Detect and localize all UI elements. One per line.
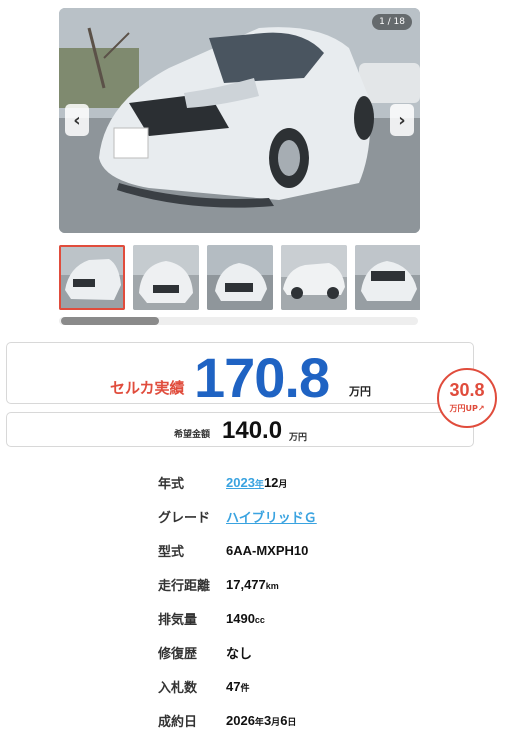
thumbnail-image bbox=[207, 245, 273, 310]
spec-row: グレード ハイブリッドＧ bbox=[158, 504, 458, 528]
spec-key: 走行距離 bbox=[158, 578, 211, 594]
price-up-badge: 30.8 万円UP↗ bbox=[437, 368, 497, 428]
price-up-value: 30.8 bbox=[449, 380, 485, 400]
spec-value: 6AA-MXPH10 bbox=[226, 542, 309, 558]
spec-row: 年式 2023年12月 bbox=[158, 470, 458, 494]
spec-key: 成約日 bbox=[158, 714, 198, 730]
thumbnail-image bbox=[59, 245, 125, 310]
spec-row: 成約日 2026年3月6日 bbox=[158, 708, 458, 732]
spec-row: 排気量 1490cc bbox=[158, 606, 458, 630]
result-price-unit: 万円 bbox=[349, 385, 371, 398]
thumbnail-strip bbox=[59, 245, 420, 311]
spec-value: 17,477km bbox=[226, 576, 279, 592]
result-price-value: 170.8 bbox=[194, 346, 330, 409]
price-up-label: 万円UP↗ bbox=[439, 403, 495, 414]
scrollbar-handle[interactable] bbox=[61, 317, 159, 325]
thumbnail-4[interactable] bbox=[281, 245, 347, 310]
spec-key: 入札数 bbox=[158, 680, 198, 696]
arrow-up-icon: ↗ bbox=[477, 404, 485, 413]
desired-price-label: 希望金額 bbox=[174, 430, 211, 440]
thumbnail-3[interactable] bbox=[207, 245, 273, 310]
thumbnail-image bbox=[355, 245, 420, 310]
thumbnail-image bbox=[281, 245, 347, 310]
desired-price-box: 希望金額 140.0 万円 bbox=[6, 412, 474, 447]
spec-row: 型式 6AA-MXPH10 bbox=[158, 538, 458, 562]
spec-value: 2023年12月 bbox=[226, 474, 288, 490]
spec-value: 47件 bbox=[226, 678, 250, 694]
spec-row: 走行距離 17,477km bbox=[158, 572, 458, 596]
price-up-text: 万円UP bbox=[449, 404, 478, 413]
image-counter: 1 / 18 bbox=[372, 14, 412, 30]
thumbnail-image bbox=[133, 245, 199, 310]
spec-value: 1490cc bbox=[226, 610, 265, 626]
next-image-button[interactable]: › bbox=[390, 104, 414, 136]
spec-key: 型式 bbox=[158, 544, 185, 560]
thumbnail-5[interactable] bbox=[355, 245, 420, 310]
spec-key: 排気量 bbox=[158, 612, 198, 628]
spec-value: ハイブリッドＧ bbox=[226, 507, 317, 526]
spec-value: 2026年3月6日 bbox=[226, 712, 297, 728]
chevron-right-icon: › bbox=[398, 109, 406, 131]
spec-key: 修復歴 bbox=[158, 646, 198, 662]
spec-key: 年式 bbox=[158, 476, 185, 492]
chevron-left-icon: ‹ bbox=[73, 109, 81, 131]
spec-row: 修復歴 なし bbox=[158, 640, 458, 664]
spec-row: 入札数 47件 bbox=[158, 674, 458, 698]
result-price-label: セルカ実績 bbox=[110, 379, 185, 397]
result-price-box: セルカ実績 170.8 万円 bbox=[6, 342, 474, 409]
desired-price-unit: 万円 bbox=[289, 433, 308, 443]
thumbnail-1[interactable] bbox=[59, 245, 125, 310]
thumbnail-scrollbar[interactable] bbox=[59, 317, 418, 325]
prev-image-button[interactable]: ‹ bbox=[65, 104, 89, 136]
thumbnail-2[interactable] bbox=[133, 245, 199, 310]
car-photo-image bbox=[59, 8, 420, 233]
spec-link[interactable]: ハイブリッドＧ bbox=[226, 510, 317, 525]
spec-link[interactable]: 2023年 bbox=[226, 475, 264, 490]
spec-key: グレード bbox=[158, 510, 211, 526]
desired-price-value: 140.0 bbox=[222, 417, 283, 444]
spec-value: なし bbox=[226, 645, 253, 661]
main-car-photo[interactable]: 1 / 18 ‹ › bbox=[59, 8, 420, 233]
